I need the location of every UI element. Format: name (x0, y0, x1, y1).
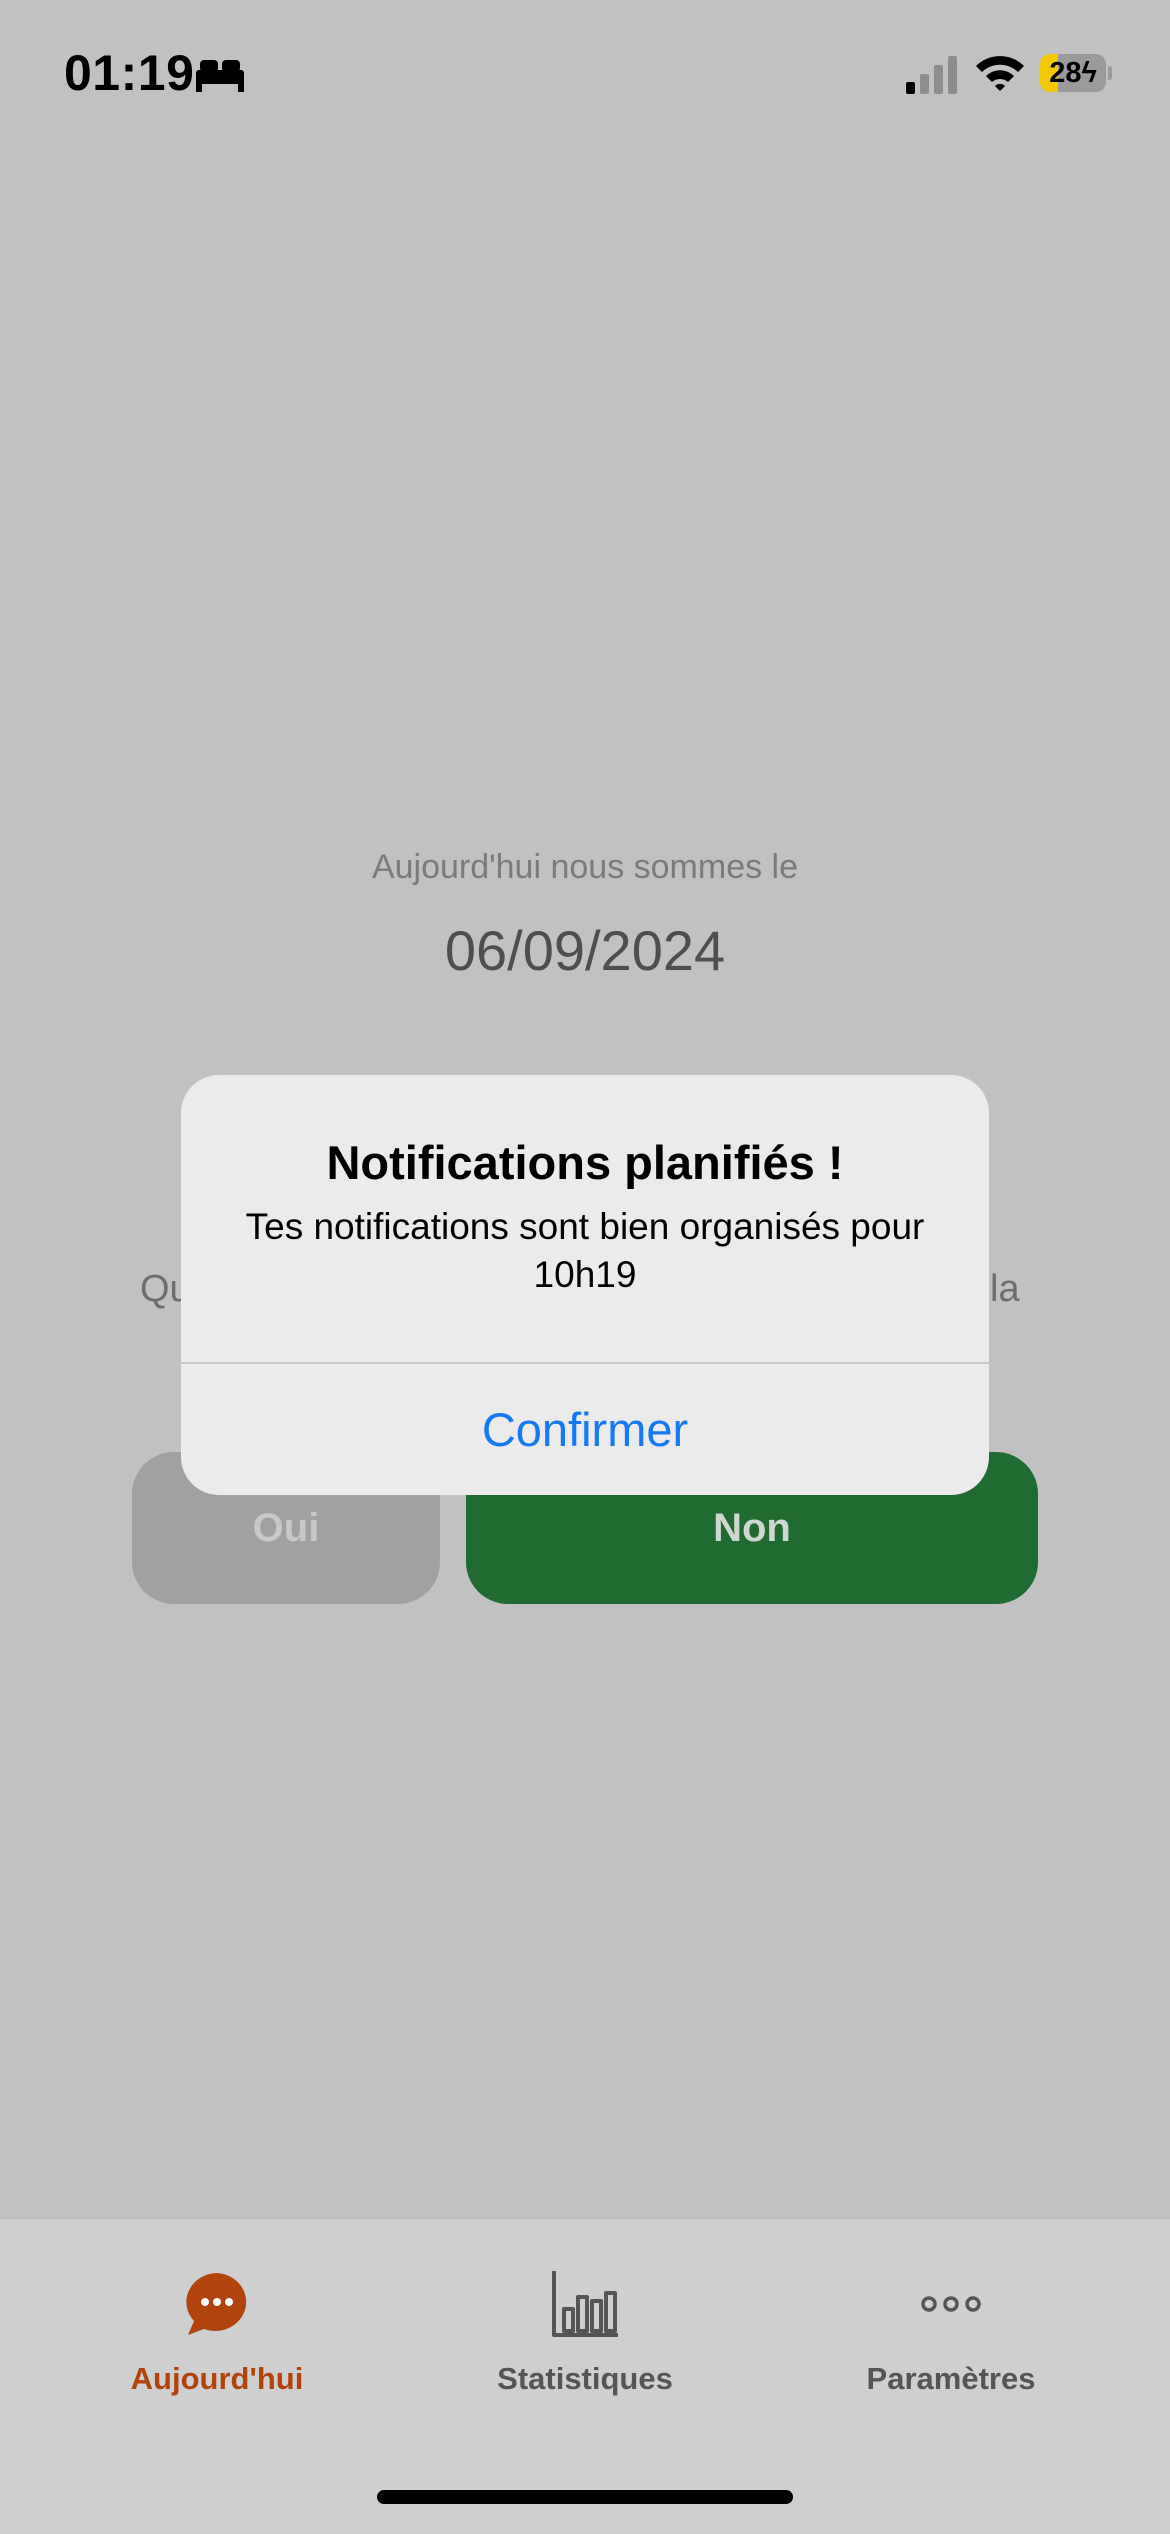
tab-settings[interactable]: Paramètres (756, 2219, 1146, 2439)
tab-settings-label: Paramètres (866, 2361, 1036, 2396)
charging-bolt-icon: ϟ (1081, 57, 1097, 89)
battery-percent: 28ϟ (1049, 57, 1097, 89)
bar-chart-icon (552, 2271, 618, 2337)
battery-indicator: 28ϟ (1040, 54, 1112, 92)
notification-alert: Notifications planifiés ! Tes notificati… (181, 1075, 989, 1495)
status-bar: 01:19 28ϟ (0, 0, 1170, 150)
tab-today-label: Aujourd'hui (130, 2361, 304, 2396)
status-time: 01:19 (64, 45, 195, 101)
tab-bar: Aujourd'hui Statistiques Paramètres (0, 2217, 1170, 2534)
tab-statistics-label: Statistiques (497, 2361, 673, 2396)
cellular-signal-icon (906, 56, 957, 94)
bed-icon (196, 60, 244, 92)
tab-statistics[interactable]: Statistiques (390, 2219, 780, 2439)
chat-bubble-icon (186, 2273, 247, 2335)
tab-today[interactable]: Aujourd'hui (22, 2219, 412, 2439)
date-caption: Aujourd'hui nous sommes le (371, 848, 799, 886)
question-text-end: la (990, 1268, 1020, 1310)
more-dots-icon (921, 2296, 981, 2312)
alert-message: Tes notifications sont bien organisés po… (245, 1206, 925, 1295)
confirm-button[interactable]: Confirmer (181, 1364, 989, 1495)
alert-title: Notifications planifiés ! (326, 1136, 844, 1189)
home-indicator (377, 2490, 793, 2504)
date-value: 06/09/2024 (444, 919, 726, 982)
wifi-icon (976, 56, 1024, 91)
